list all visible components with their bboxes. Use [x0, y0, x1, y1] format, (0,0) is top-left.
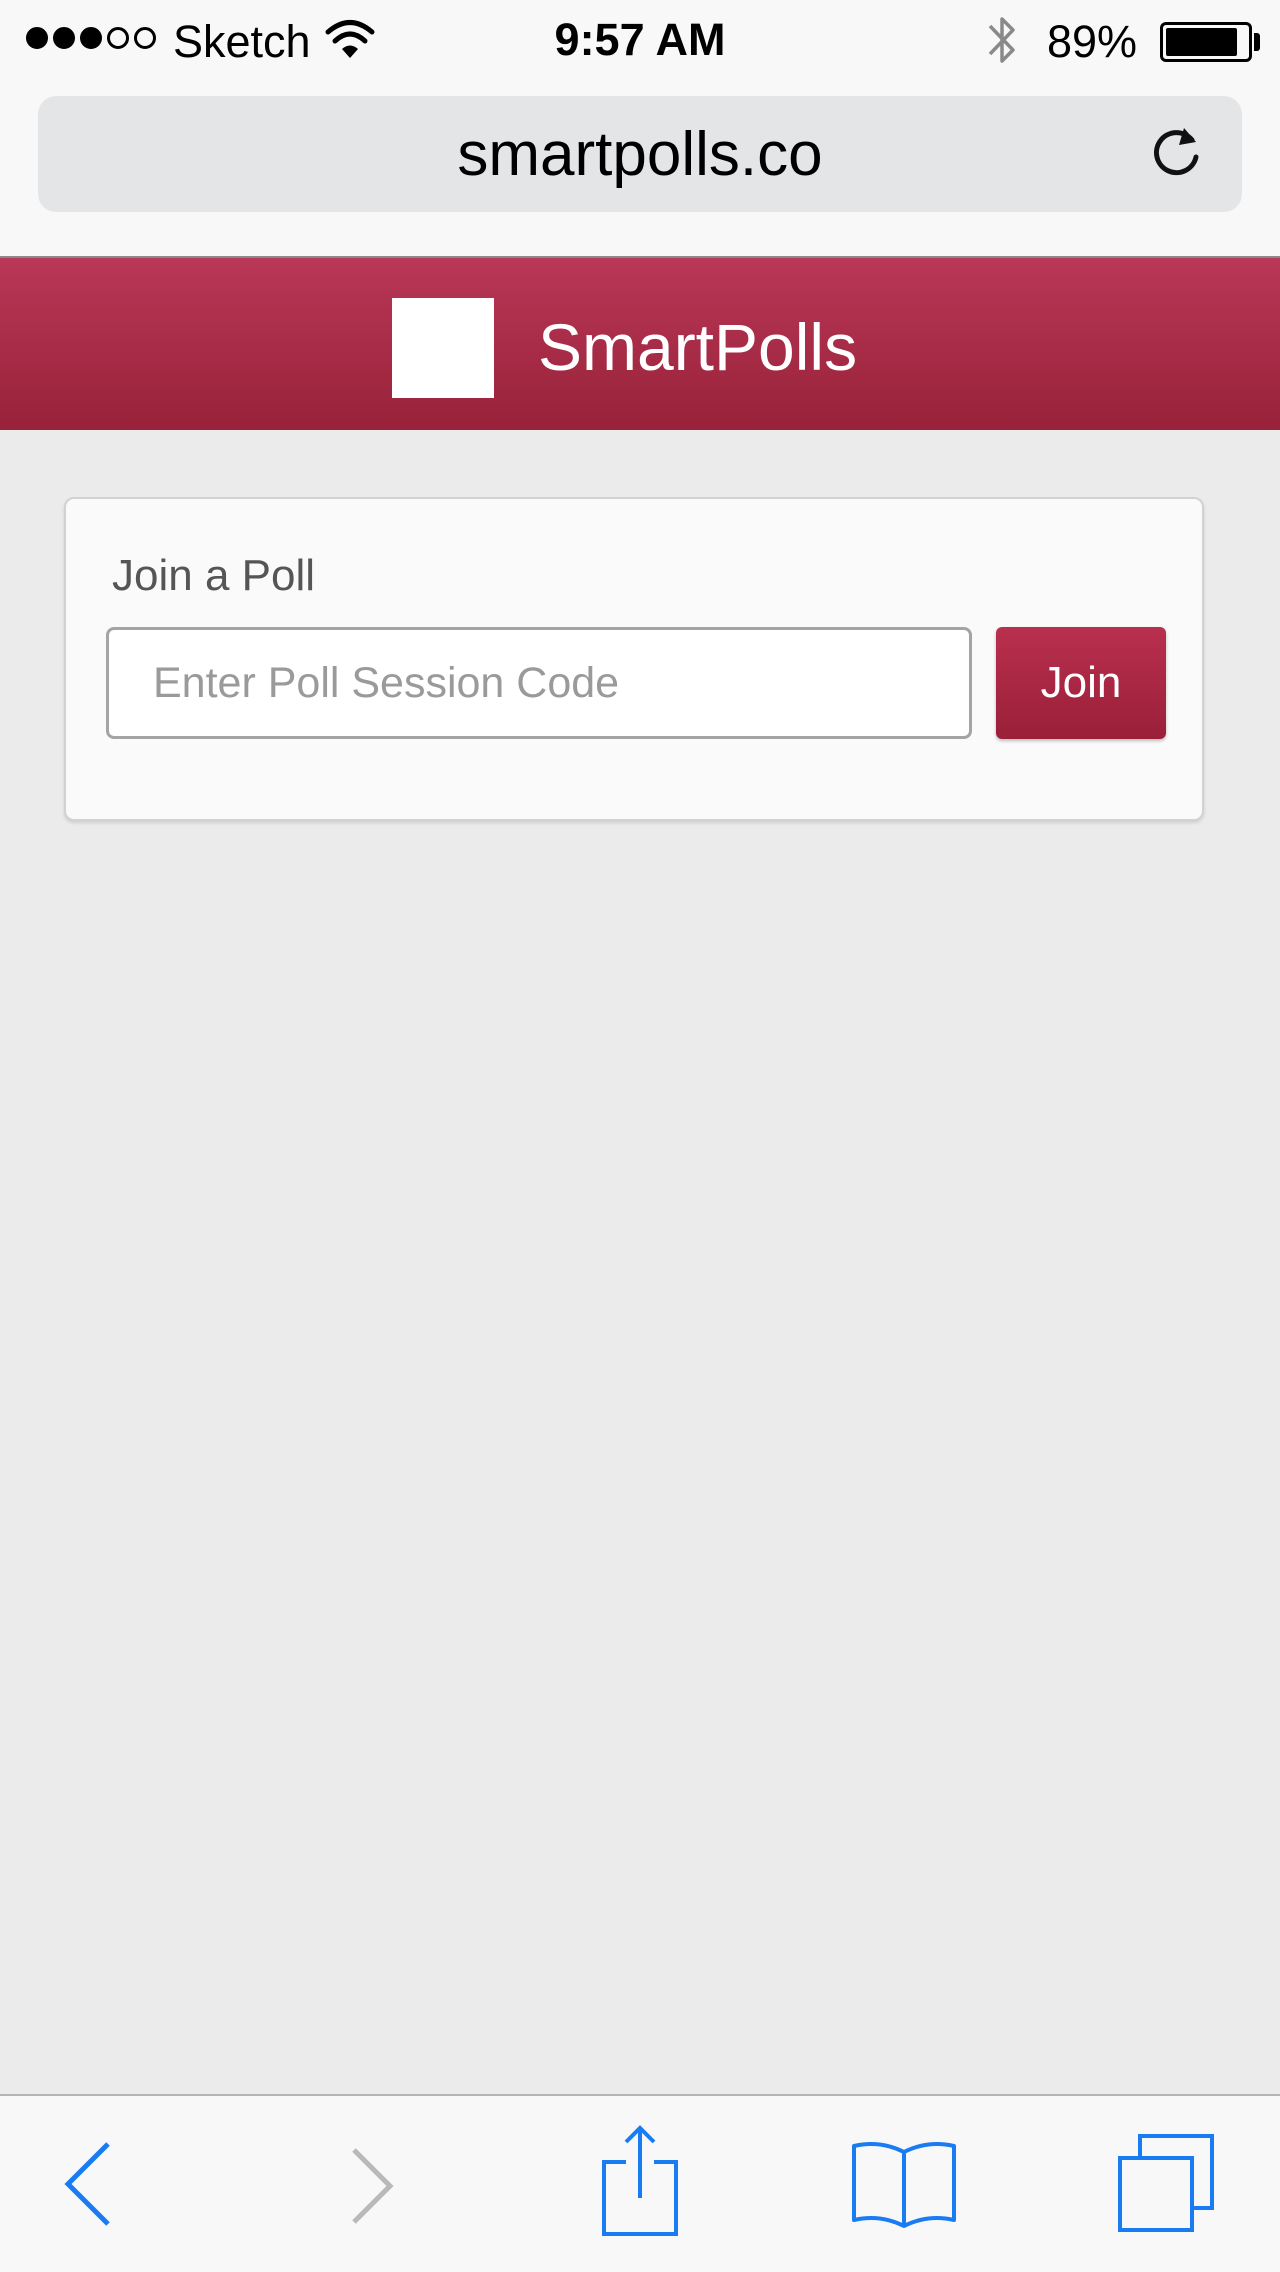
address-bar[interactable]: smartpolls.co: [38, 96, 1242, 212]
battery-level: [1166, 28, 1238, 56]
reload-icon[interactable]: [1148, 124, 1206, 182]
url-text[interactable]: smartpolls.co: [38, 124, 1242, 186]
status-bar: Sketch 9:57 AM 89%: [0, 0, 1280, 86]
browser-toolbar: [0, 2094, 1280, 2272]
tabs-icon[interactable]: [1116, 2134, 1216, 2234]
share-icon[interactable]: [600, 2124, 680, 2236]
page: Sketch 9:57 AM 89% smartpolls.co SmartPo…: [0, 0, 1280, 2272]
battery-percentage: 89%: [1047, 16, 1138, 67]
poll-code-input[interactable]: [106, 627, 972, 739]
battery-tip: [1254, 33, 1260, 51]
forward-icon[interactable]: [348, 2146, 396, 2226]
bluetooth-icon: [988, 17, 1015, 63]
join-button[interactable]: Join: [996, 627, 1166, 739]
app-header: SmartPolls: [0, 256, 1280, 430]
card-title: Join a Poll: [112, 551, 316, 600]
bookmarks-icon[interactable]: [850, 2140, 958, 2232]
browser-chrome: Sketch 9:57 AM 89% smartpolls.co: [0, 0, 1280, 256]
app-title: SmartPolls: [538, 310, 858, 384]
battery-icon: [1160, 22, 1252, 62]
back-icon[interactable]: [62, 2140, 114, 2228]
logo-placeholder: [392, 298, 494, 398]
join-poll-card: Join a Poll Join: [64, 497, 1204, 821]
